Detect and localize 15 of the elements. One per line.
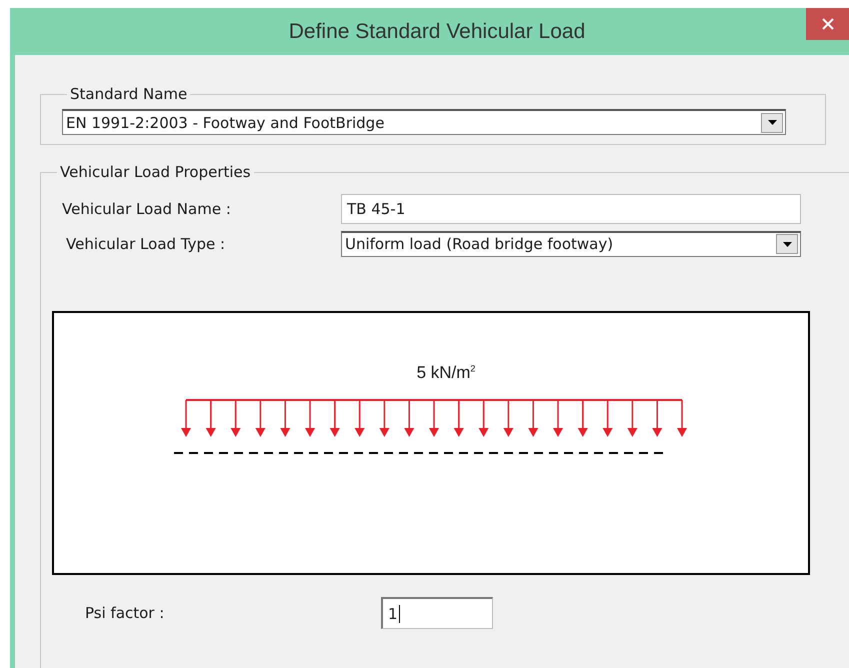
field-label: Vehicular Load Type : <box>65 234 226 252</box>
group-label: Vehicular Load Properties <box>59 163 252 181</box>
type-dropdown[interactable]: Uniform load (Road bridge footway) <box>341 230 801 256</box>
standard-dropdown[interactable]: EN 1991-2:2003 - Footway and FootBridge <box>62 109 786 135</box>
dropdown-arrow-icon <box>782 242 792 246</box>
field-label: Psi factor : <box>84 604 166 622</box>
psi-factor-field[interactable]: 1 <box>381 597 493 629</box>
text-field[interactable]: TB 45-1 <box>341 194 801 224</box>
group-label: Standard Name <box>69 85 188 103</box>
close-icon <box>822 18 834 30</box>
window-title: Define Standard Vehicular Load <box>288 20 586 44</box>
dropdown-arrow-icon <box>768 120 776 125</box>
load-value: 5 kN/m$^{2}$ <box>416 363 476 383</box>
field-label: Vehicular Load Name : <box>61 200 232 218</box>
close-button[interactable] <box>806 8 849 40</box>
